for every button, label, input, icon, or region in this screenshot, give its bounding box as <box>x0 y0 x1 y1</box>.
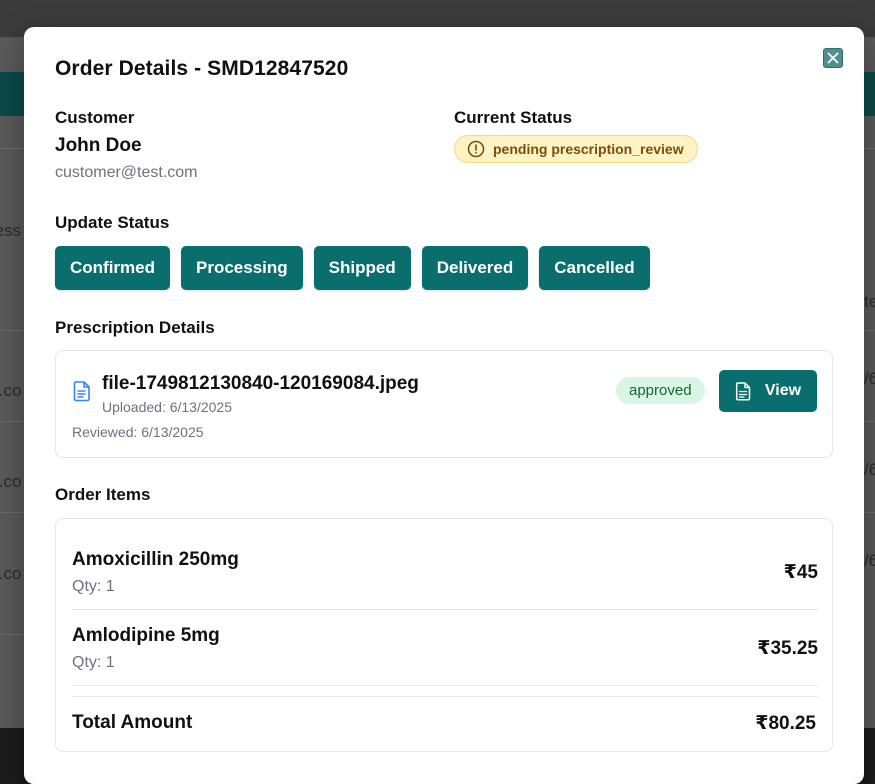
total-amount-value: ₹80.25 <box>755 713 816 734</box>
modal-title: Order Details - SMD12847520 <box>55 57 349 80</box>
item-name: Amoxicillin 250mg <box>72 549 239 570</box>
file-icon <box>73 381 90 402</box>
background-divider <box>864 148 875 149</box>
order-items-label: Order Items <box>55 485 151 504</box>
total-amount-label: Total Amount <box>72 712 193 733</box>
update-status-buttons: Confirmed Processing Shipped Delivered C… <box>55 246 650 290</box>
prescription-reviewed-date: Reviewed: 6/13/2025 <box>72 424 204 440</box>
background-divider <box>864 421 875 422</box>
customer-name: John Doe <box>55 135 142 156</box>
status-cancelled-button[interactable]: Cancelled <box>539 246 650 290</box>
prescription-card: file-1749812130840-120169084.jpeg Upload… <box>55 350 833 458</box>
background-text-fragment: /6 <box>864 369 875 388</box>
view-button-label: View <box>764 382 802 399</box>
item-name: Amlodipine 5mg <box>72 625 220 646</box>
background-divider <box>864 330 875 331</box>
background-text-fragment: t.co <box>0 564 22 583</box>
close-button[interactable] <box>823 48 843 68</box>
background-text-fragment: te <box>864 292 875 311</box>
update-status-label: Update Status <box>55 213 170 232</box>
status-delivered-button[interactable]: Delivered <box>421 246 529 290</box>
status-shipped-button[interactable]: Shipped <box>313 246 411 290</box>
background-divider <box>0 421 24 422</box>
background-divider <box>864 512 875 513</box>
background-text-fragment: cess <box>0 221 21 240</box>
customer-label: Customer <box>55 108 135 127</box>
approved-badge: approved <box>616 377 705 404</box>
view-prescription-button[interactable]: View <box>719 370 817 412</box>
status-badge: pending prescription_review <box>454 135 698 163</box>
prescription-filename: file-1749812130840-120169084.jpeg <box>102 373 419 394</box>
list-item: Amlodipine 5mg Qty: 1 ₹35.25 <box>72 625 818 681</box>
item-quantity: Qty: 1 <box>72 578 115 595</box>
background-text-fragment: /6 <box>864 460 875 479</box>
item-price: ₹45 <box>783 562 818 583</box>
status-badge-text: pending prescription_review <box>493 141 684 157</box>
status-confirmed-button[interactable]: Confirmed <box>55 246 170 290</box>
background-divider <box>0 148 24 149</box>
background-divider <box>0 512 24 513</box>
current-status-label: Current Status <box>454 108 573 127</box>
background-text-fragment: t.co <box>0 381 22 400</box>
prescription-details-label: Prescription Details <box>55 318 215 337</box>
order-details-modal: Order Details - SMD12847520 Customer Joh… <box>24 27 864 784</box>
item-divider <box>72 685 818 686</box>
item-quantity: Qty: 1 <box>72 654 115 671</box>
order-items-card: Amoxicillin 250mg Qty: 1 ₹45 Amlodipine … <box>55 518 833 752</box>
customer-email: customer@test.com <box>55 164 198 181</box>
background-divider <box>0 330 24 331</box>
status-processing-button[interactable]: Processing <box>181 246 303 290</box>
item-divider <box>72 609 818 610</box>
document-icon <box>735 381 751 401</box>
close-icon <box>827 52 839 64</box>
background-divider <box>0 634 24 635</box>
prescription-uploaded-date: Uploaded: 6/13/2025 <box>102 399 232 415</box>
list-item: Amoxicillin 250mg Qty: 1 ₹45 <box>72 549 818 605</box>
total-divider <box>72 696 818 697</box>
background-text-fragment: /6 <box>864 551 875 570</box>
alert-circle-icon <box>467 140 485 158</box>
background-text-fragment: t.co <box>0 472 22 491</box>
item-price: ₹35.25 <box>757 638 818 659</box>
